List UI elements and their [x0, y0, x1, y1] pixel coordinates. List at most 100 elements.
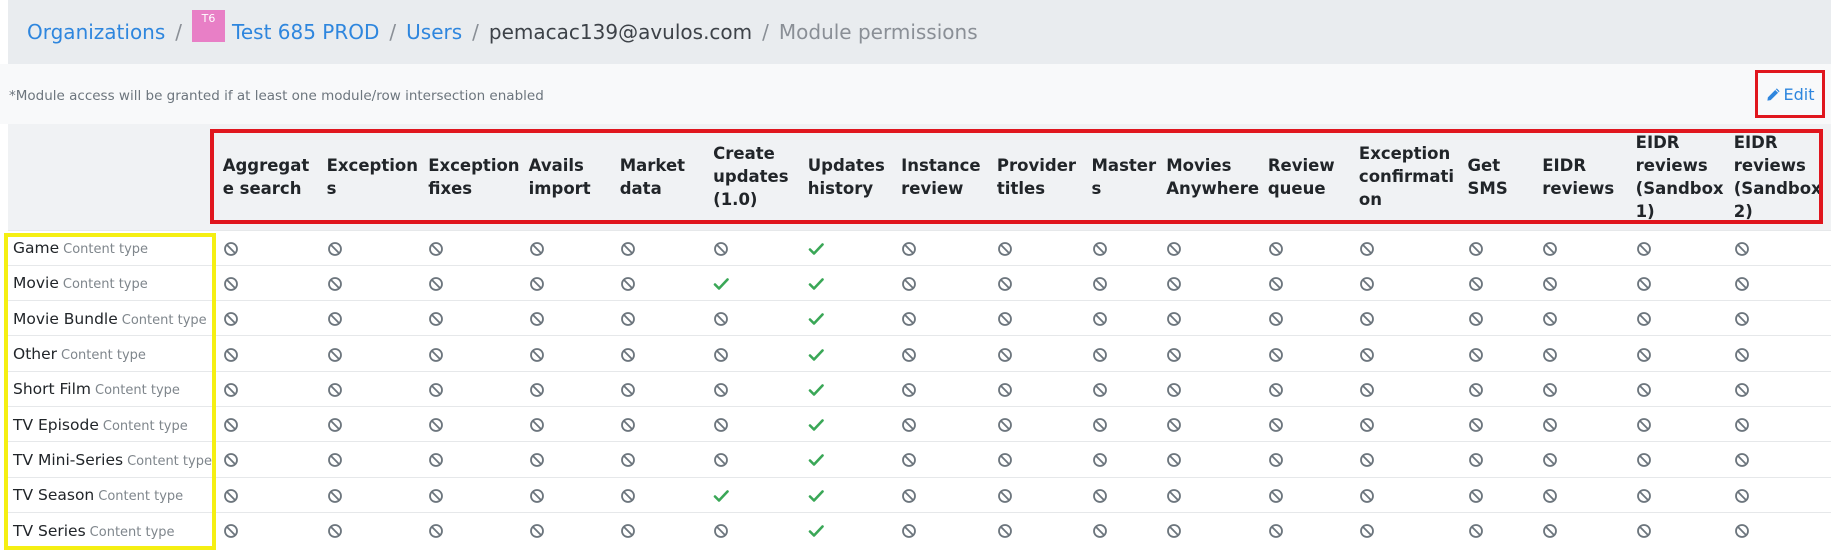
- ban-icon[interactable]: [713, 241, 729, 257]
- ban-icon[interactable]: [1166, 276, 1182, 292]
- ban-icon[interactable]: [1166, 523, 1182, 539]
- ban-icon[interactable]: [223, 452, 239, 468]
- ban-icon[interactable]: [1268, 347, 1284, 363]
- check-icon[interactable]: [808, 452, 824, 468]
- ban-icon[interactable]: [1636, 488, 1652, 504]
- ban-icon[interactable]: [901, 452, 917, 468]
- ban-icon[interactable]: [223, 523, 239, 539]
- ban-icon[interactable]: [223, 417, 239, 433]
- breadcrumb-users-link[interactable]: Users: [406, 20, 462, 44]
- ban-icon[interactable]: [327, 276, 343, 292]
- ban-icon[interactable]: [428, 382, 444, 398]
- ban-icon[interactable]: [1468, 452, 1484, 468]
- breadcrumb-organizations-link[interactable]: Organizations: [27, 20, 165, 44]
- ban-icon[interactable]: [327, 452, 343, 468]
- ban-icon[interactable]: [1636, 452, 1652, 468]
- ban-icon[interactable]: [901, 347, 917, 363]
- ban-icon[interactable]: [620, 347, 636, 363]
- ban-icon[interactable]: [1268, 382, 1284, 398]
- ban-icon[interactable]: [901, 488, 917, 504]
- ban-icon[interactable]: [1468, 523, 1484, 539]
- ban-icon[interactable]: [713, 347, 729, 363]
- ban-icon[interactable]: [529, 276, 545, 292]
- ban-icon[interactable]: [1268, 452, 1284, 468]
- ban-icon[interactable]: [1734, 347, 1750, 363]
- ban-icon[interactable]: [1268, 276, 1284, 292]
- ban-icon[interactable]: [997, 417, 1013, 433]
- ban-icon[interactable]: [1268, 488, 1284, 504]
- check-icon[interactable]: [808, 523, 824, 539]
- ban-icon[interactable]: [997, 452, 1013, 468]
- ban-icon[interactable]: [901, 241, 917, 257]
- ban-icon[interactable]: [713, 523, 729, 539]
- ban-icon[interactable]: [428, 347, 444, 363]
- ban-icon[interactable]: [1542, 241, 1558, 257]
- ban-icon[interactable]: [1542, 382, 1558, 398]
- ban-icon[interactable]: [1166, 311, 1182, 327]
- ban-icon[interactable]: [713, 452, 729, 468]
- ban-icon[interactable]: [223, 347, 239, 363]
- ban-icon[interactable]: [1468, 417, 1484, 433]
- ban-icon[interactable]: [1542, 488, 1558, 504]
- ban-icon[interactable]: [327, 488, 343, 504]
- ban-icon[interactable]: [1734, 417, 1750, 433]
- ban-icon[interactable]: [1092, 452, 1108, 468]
- ban-icon[interactable]: [1468, 382, 1484, 398]
- ban-icon[interactable]: [1166, 347, 1182, 363]
- ban-icon[interactable]: [1359, 276, 1375, 292]
- ban-icon[interactable]: [1542, 276, 1558, 292]
- ban-icon[interactable]: [901, 382, 917, 398]
- ban-icon[interactable]: [1636, 347, 1652, 363]
- ban-icon[interactable]: [997, 523, 1013, 539]
- ban-icon[interactable]: [1268, 417, 1284, 433]
- ban-icon[interactable]: [620, 523, 636, 539]
- ban-icon[interactable]: [1468, 311, 1484, 327]
- ban-icon[interactable]: [620, 241, 636, 257]
- ban-icon[interactable]: [997, 241, 1013, 257]
- ban-icon[interactable]: [1268, 523, 1284, 539]
- ban-icon[interactable]: [620, 488, 636, 504]
- ban-icon[interactable]: [997, 276, 1013, 292]
- ban-icon[interactable]: [1734, 241, 1750, 257]
- ban-icon[interactable]: [1542, 452, 1558, 468]
- ban-icon[interactable]: [901, 311, 917, 327]
- ban-icon[interactable]: [1092, 311, 1108, 327]
- ban-icon[interactable]: [1734, 382, 1750, 398]
- ban-icon[interactable]: [529, 523, 545, 539]
- check-icon[interactable]: [808, 311, 824, 327]
- ban-icon[interactable]: [223, 382, 239, 398]
- ban-icon[interactable]: [1092, 488, 1108, 504]
- ban-icon[interactable]: [327, 417, 343, 433]
- ban-icon[interactable]: [428, 452, 444, 468]
- ban-icon[interactable]: [1468, 347, 1484, 363]
- ban-icon[interactable]: [1092, 241, 1108, 257]
- ban-icon[interactable]: [1734, 311, 1750, 327]
- ban-icon[interactable]: [1092, 417, 1108, 433]
- check-icon[interactable]: [808, 417, 824, 433]
- ban-icon[interactable]: [1166, 452, 1182, 468]
- check-icon[interactable]: [808, 241, 824, 257]
- ban-icon[interactable]: [1734, 488, 1750, 504]
- ban-icon[interactable]: [428, 241, 444, 257]
- ban-icon[interactable]: [529, 488, 545, 504]
- ban-icon[interactable]: [223, 488, 239, 504]
- ban-icon[interactable]: [1542, 417, 1558, 433]
- ban-icon[interactable]: [713, 417, 729, 433]
- ban-icon[interactable]: [620, 417, 636, 433]
- ban-icon[interactable]: [1092, 523, 1108, 539]
- ban-icon[interactable]: [327, 382, 343, 398]
- ban-icon[interactable]: [1468, 276, 1484, 292]
- ban-icon[interactable]: [1359, 382, 1375, 398]
- ban-icon[interactable]: [223, 311, 239, 327]
- check-icon[interactable]: [713, 488, 729, 504]
- ban-icon[interactable]: [428, 488, 444, 504]
- ban-icon[interactable]: [713, 311, 729, 327]
- ban-icon[interactable]: [1359, 311, 1375, 327]
- ban-icon[interactable]: [428, 417, 444, 433]
- ban-icon[interactable]: [1636, 276, 1652, 292]
- ban-icon[interactable]: [1166, 417, 1182, 433]
- ban-icon[interactable]: [327, 523, 343, 539]
- ban-icon[interactable]: [1092, 276, 1108, 292]
- check-icon[interactable]: [808, 382, 824, 398]
- ban-icon[interactable]: [620, 452, 636, 468]
